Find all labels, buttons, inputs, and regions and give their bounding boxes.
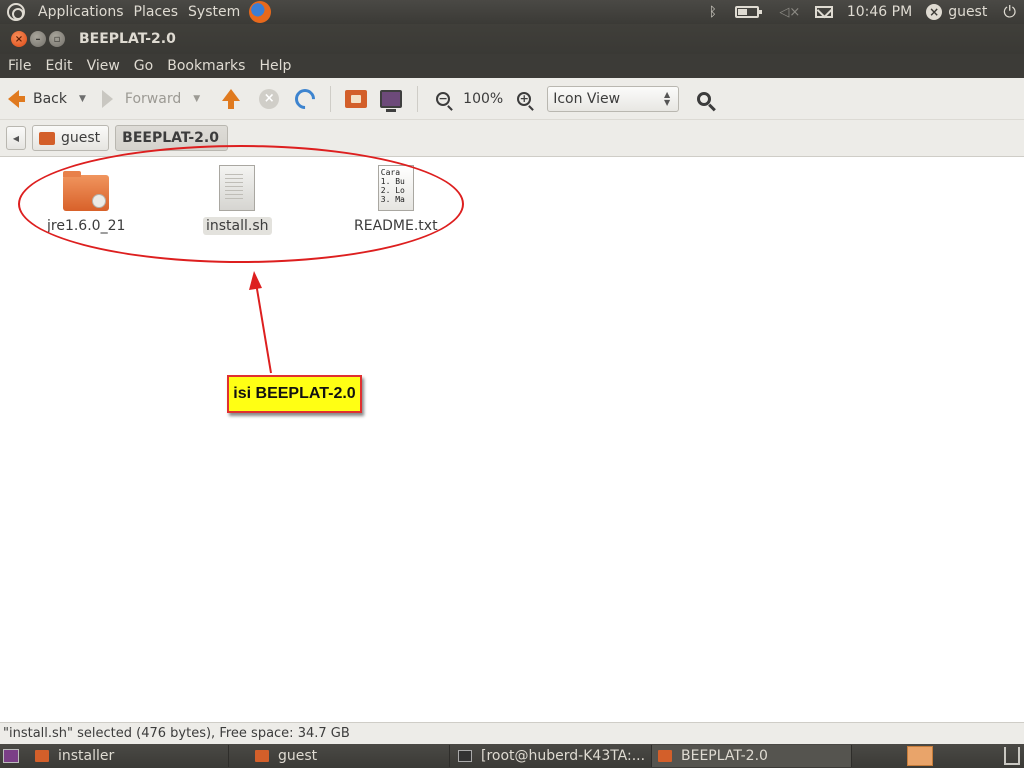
back-button[interactable]: Back bbox=[0, 82, 67, 116]
breadcrumb-label: BEEPLAT-2.0 bbox=[122, 130, 219, 146]
back-history-dropdown[interactable]: ▼ bbox=[79, 94, 86, 104]
back-label: Back bbox=[33, 90, 67, 107]
taskbar: installer guest [root@huberd-K43TA:... B… bbox=[0, 744, 1024, 768]
terminal-icon bbox=[458, 750, 472, 762]
menu-file[interactable]: File bbox=[0, 58, 37, 74]
workspace-switcher-icon[interactable] bbox=[907, 746, 933, 766]
forward-label: Forward bbox=[124, 90, 182, 107]
trash-icon[interactable] bbox=[1004, 747, 1020, 765]
forward-button[interactable]: Forward bbox=[86, 82, 181, 116]
zoom-out-icon[interactable]: − bbox=[436, 91, 451, 106]
user-status-icon[interactable]: × bbox=[926, 4, 943, 20]
toolbar-separator bbox=[417, 85, 419, 112]
applications-menu[interactable]: Applications bbox=[33, 4, 129, 20]
window-title-bar[interactable]: × – ▫ BEEPLAT-2.0 bbox=[0, 24, 1024, 54]
top-panel: Applications Places System ᛒ ◁× 10:46 PM… bbox=[0, 0, 1024, 24]
reload-icon[interactable] bbox=[291, 84, 320, 113]
menu-view[interactable]: View bbox=[79, 58, 126, 74]
breadcrumb-label: guest bbox=[61, 130, 101, 146]
breadcrumb-guest[interactable]: guest bbox=[32, 125, 110, 151]
battery-icon[interactable] bbox=[734, 6, 762, 18]
zoom-level[interactable]: 100% bbox=[463, 91, 503, 107]
menu-go[interactable]: Go bbox=[126, 58, 159, 74]
window-title: BEEPLAT-2.0 bbox=[79, 31, 176, 47]
firefox-icon[interactable] bbox=[249, 1, 272, 23]
home-folder-icon[interactable] bbox=[345, 89, 368, 108]
path-scroll-left-button[interactable]: ◀ bbox=[6, 126, 26, 150]
back-arrow-icon bbox=[8, 89, 25, 108]
system-menu[interactable]: System bbox=[183, 4, 245, 20]
power-icon[interactable]: ⏻ bbox=[1003, 2, 1016, 22]
indicators: ᛒ ◁× 10:46 PM × guest ⏻ bbox=[701, 0, 1024, 24]
highlight-ellipse bbox=[18, 145, 464, 263]
folder-icon bbox=[658, 750, 672, 762]
toolbar: Back ▼ Forward ▼ × − 100% + Icon View ▲ ▼ bbox=[0, 78, 1024, 120]
computer-icon[interactable] bbox=[380, 89, 403, 112]
menubar: File Edit View Go Bookmarks Help bbox=[0, 54, 1024, 78]
zoom-in-icon[interactable]: + bbox=[517, 91, 532, 106]
minimize-window-button[interactable]: – bbox=[30, 31, 46, 47]
panel-menus: Applications Places System bbox=[0, 0, 272, 24]
menu-bookmarks[interactable]: Bookmarks bbox=[159, 58, 251, 74]
clock[interactable]: 10:46 PM bbox=[847, 4, 912, 20]
task-label: BEEPLAT-2.0 bbox=[681, 748, 768, 764]
bluetooth-icon[interactable]: ᛒ bbox=[701, 0, 725, 24]
task-label: [root@huberd-K43TA:... bbox=[481, 748, 646, 764]
select-updown-icon: ▲ ▼ bbox=[664, 89, 671, 107]
task-guest[interactable]: guest bbox=[249, 745, 450, 767]
forward-history-dropdown[interactable]: ▼ bbox=[193, 94, 200, 104]
home-folder-icon bbox=[39, 131, 55, 145]
close-window-button[interactable]: × bbox=[11, 31, 27, 47]
ubuntu-logo-icon[interactable] bbox=[7, 3, 25, 21]
show-desktop-icon[interactable] bbox=[3, 749, 19, 763]
folder-icon bbox=[255, 750, 269, 762]
status-bar: "install.sh" selected (476 bytes), Free … bbox=[0, 723, 1024, 744]
task-terminal[interactable]: [root@huberd-K43TA:... bbox=[452, 745, 652, 767]
folder-icon bbox=[35, 750, 49, 762]
menu-edit[interactable]: Edit bbox=[37, 58, 78, 74]
task-label: guest bbox=[278, 748, 318, 764]
annotation-note: isi BEEPLAT-2.0 bbox=[227, 375, 362, 413]
places-menu[interactable]: Places bbox=[129, 4, 184, 20]
view-mode-select[interactable]: Icon View ▲ ▼ bbox=[547, 85, 680, 112]
search-icon[interactable] bbox=[697, 91, 712, 106]
screen: Applications Places System ᛒ ◁× 10:46 PM… bbox=[0, 0, 1024, 768]
mail-icon[interactable] bbox=[814, 6, 833, 18]
task-beeplat[interactable]: BEEPLAT-2.0 bbox=[652, 745, 852, 767]
toolbar-separator bbox=[330, 85, 332, 112]
maximize-window-button[interactable]: ▫ bbox=[49, 31, 65, 47]
menu-help[interactable]: Help bbox=[251, 58, 297, 74]
up-arrow-icon[interactable] bbox=[222, 88, 241, 109]
view-mode-value: Icon View bbox=[553, 90, 621, 107]
task-installer[interactable]: installer bbox=[29, 745, 229, 767]
task-label: installer bbox=[58, 748, 115, 764]
forward-arrow-icon bbox=[101, 89, 113, 108]
volume-muted-icon[interactable]: ◁× bbox=[779, 0, 801, 24]
user-name[interactable]: guest bbox=[948, 4, 987, 20]
stop-icon[interactable]: × bbox=[259, 88, 280, 109]
